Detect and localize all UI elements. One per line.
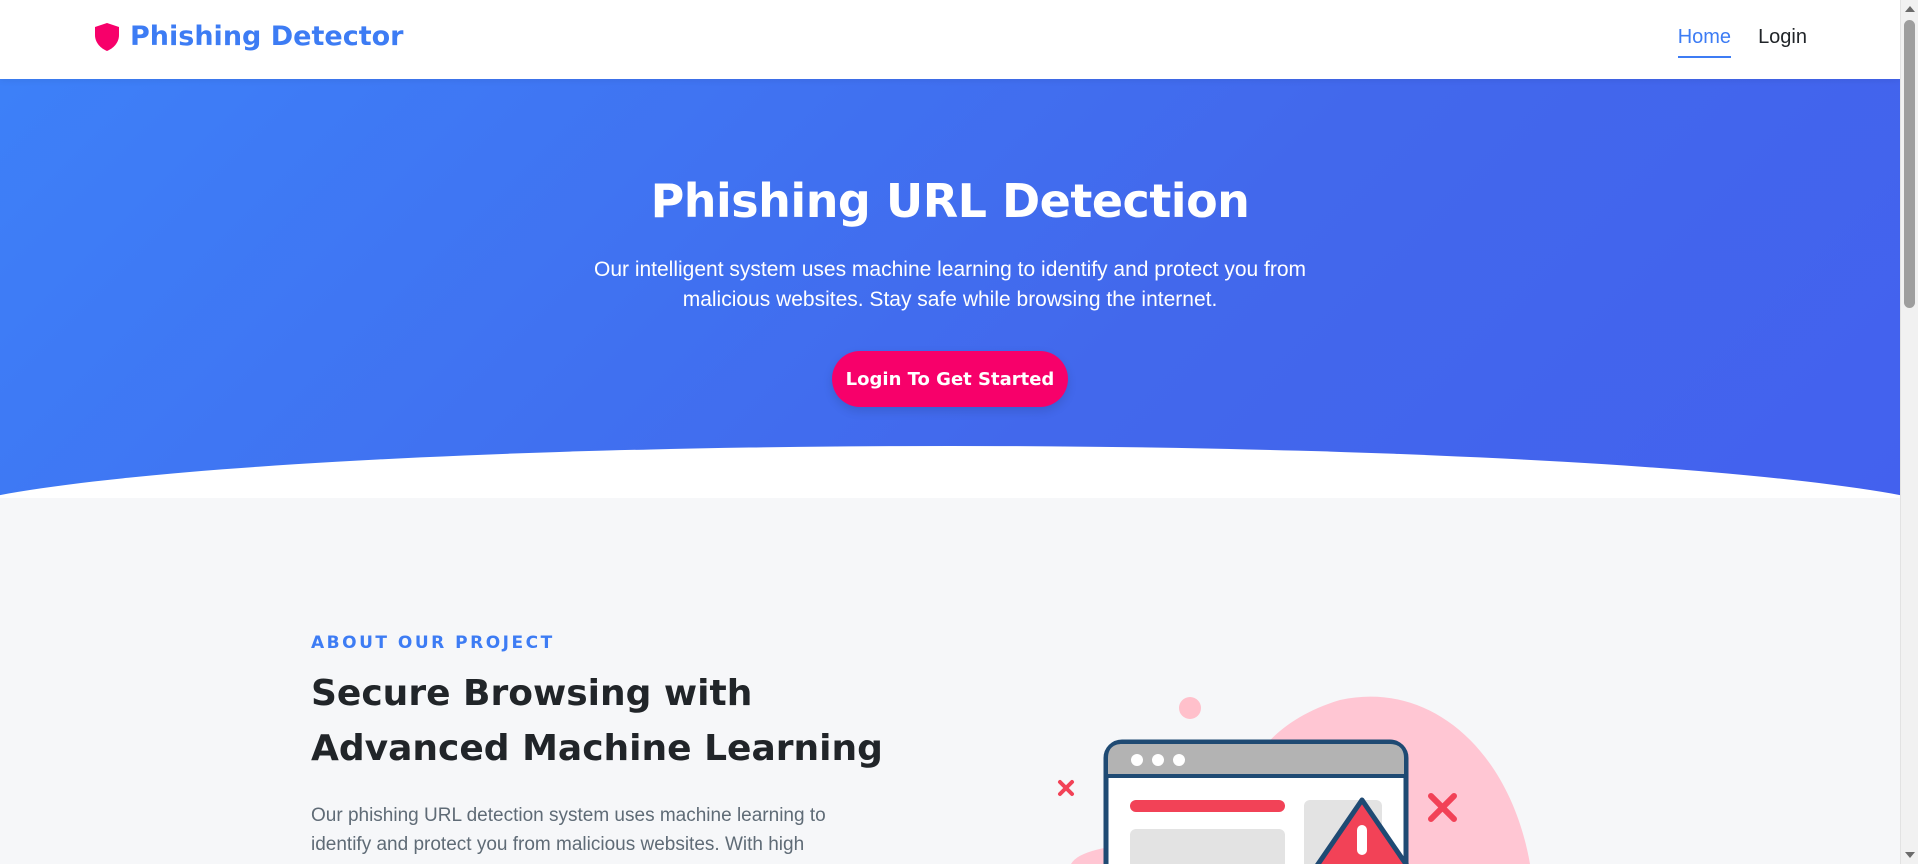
- nav-login-link[interactable]: Login: [1758, 26, 1807, 58]
- pink-dot: [1179, 697, 1201, 719]
- brand-name: Phishing Detector: [130, 21, 404, 52]
- hero-subtitle: Our intelligent system uses machine lear…: [593, 258, 1307, 311]
- hero-title: Phishing URL Detection: [650, 174, 1250, 228]
- scrollbar-thumb[interactable]: [1904, 20, 1915, 308]
- x-mark-small-icon: [1058, 780, 1074, 796]
- shield-icon: [94, 22, 120, 52]
- navbar: Phishing Detector Home Login: [0, 0, 1900, 79]
- about-kicker: ABOUT OUR PROJECT: [311, 633, 555, 653]
- login-to-get-started-button[interactable]: Login To Get Started: [832, 351, 1068, 407]
- hero-wave-divider: [0, 446, 1900, 498]
- nav-home-link[interactable]: Home: [1677, 26, 1732, 58]
- about-text: Our phishing URL detection system uses m…: [311, 805, 826, 855]
- vertical-scrollbar[interactable]: [1900, 0, 1918, 864]
- scroll-up-arrow-icon[interactable]: [1905, 6, 1915, 12]
- hero-section: Phishing URL Detection Our intelligent s…: [0, 79, 1900, 498]
- scroll-down-arrow-icon[interactable]: [1905, 852, 1915, 858]
- page: Phishing Detector Home Login Phishing UR…: [0, 0, 1900, 864]
- about-title: Secure Browsing with Advanced Machine Le…: [311, 673, 883, 769]
- nav-links: Home Login: [1677, 26, 1807, 58]
- brand-link[interactable]: Phishing Detector: [94, 21, 403, 52]
- phishing-warning-illustration: [1040, 690, 1560, 864]
- about-section: ABOUT OUR PROJECT Secure Browsing with A…: [0, 498, 1900, 864]
